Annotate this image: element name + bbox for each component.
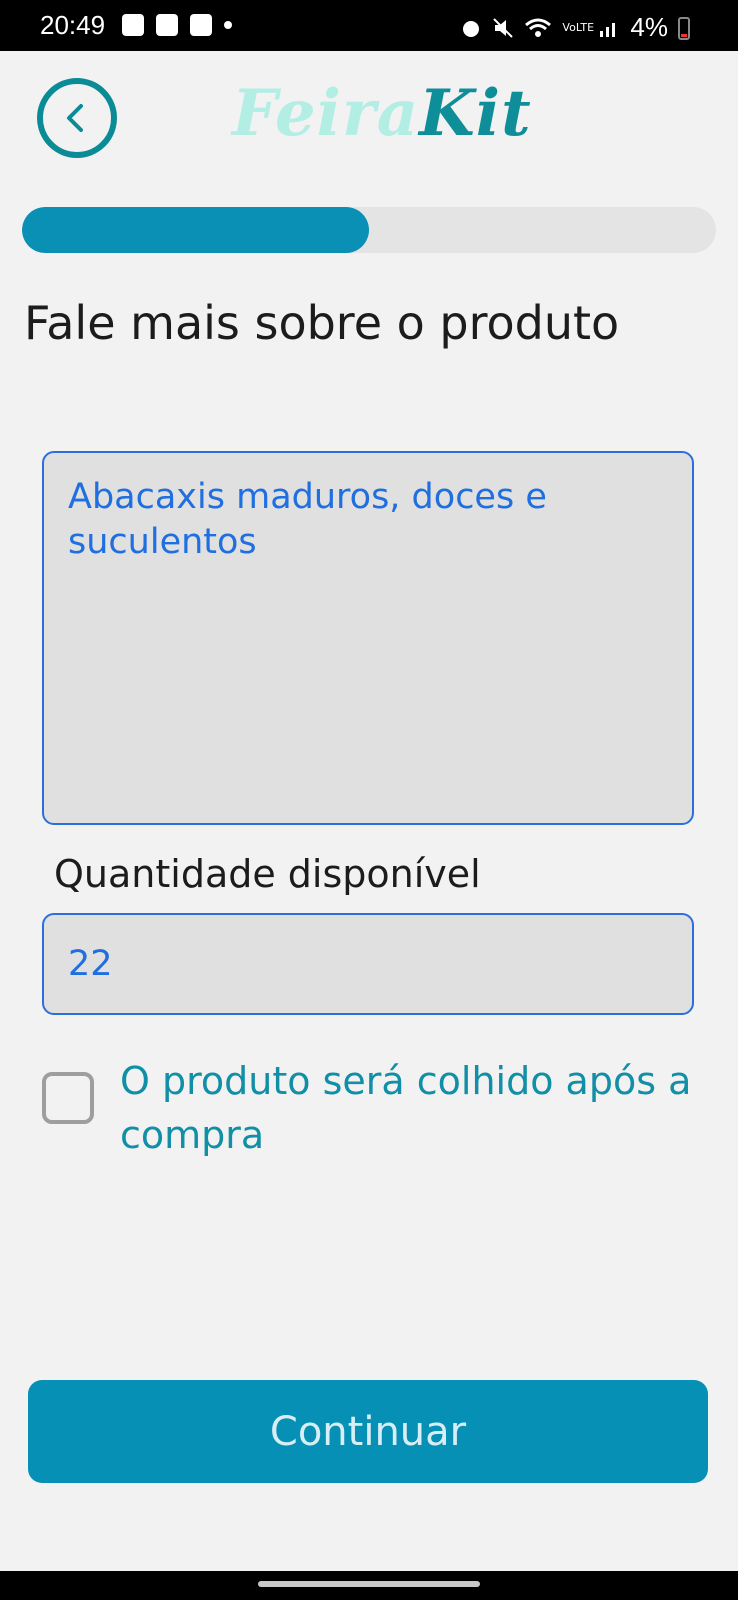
page-title: Fale mais sobre o produto — [24, 296, 620, 350]
calendar-icon — [190, 14, 212, 36]
alarm-icon — [463, 20, 480, 37]
logo-feira: Feira — [232, 76, 420, 151]
notification-icons — [122, 14, 232, 36]
dot-icon — [224, 21, 232, 29]
wifi-icon — [525, 18, 552, 37]
quantity-input[interactable] — [42, 913, 694, 1015]
progress-bar — [22, 207, 716, 253]
quantity-label: Quantidade disponível — [54, 852, 481, 896]
battery-percent: 4% — [630, 12, 668, 42]
volte-icon: VoLTE — [562, 21, 595, 34]
progress-fill — [22, 207, 369, 253]
app-logo: FeiraKit — [232, 76, 532, 151]
harvest-checkbox[interactable] — [42, 1072, 94, 1124]
signal-icon — [600, 22, 616, 37]
back-button[interactable] — [37, 78, 117, 158]
chevron-left-icon — [67, 104, 83, 132]
status-time: 20:49 — [40, 10, 106, 40]
gallery-icon — [122, 14, 144, 36]
status-bar: 20:49 VoLTE 4% — [0, 0, 738, 51]
system-icons: VoLTE 4% — [460, 12, 690, 43]
logo-kit: Kit — [419, 76, 532, 151]
harvest-checkbox-label[interactable]: O produto será colhido após a compra — [120, 1054, 730, 1162]
mute-icon — [493, 17, 514, 38]
system-nav-bar — [0, 1571, 738, 1600]
alert-icon — [156, 14, 178, 36]
continue-button[interactable]: Continuar — [28, 1380, 708, 1483]
home-handle[interactable] — [258, 1581, 480, 1587]
battery-icon — [678, 16, 690, 40]
description-textarea[interactable]: Abacaxis maduros, doces e suculentos — [42, 451, 694, 825]
